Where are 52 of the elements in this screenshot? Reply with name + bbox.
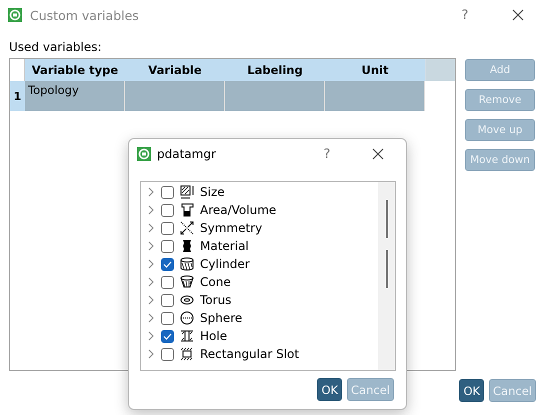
used-variables-label: Used variables: bbox=[8, 39, 103, 56]
checkbox[interactable] bbox=[161, 276, 174, 288]
item-label: Symmetry bbox=[200, 221, 262, 235]
scrollbar[interactable] bbox=[378, 182, 395, 370]
table-cell[interactable] bbox=[325, 81, 425, 111]
hole-icon bbox=[180, 329, 194, 343]
checkbox[interactable] bbox=[161, 258, 174, 270]
column-header[interactable]: Unit bbox=[325, 59, 425, 81]
window-title: Custom variables bbox=[30, 8, 140, 22]
checkbox[interactable] bbox=[161, 312, 174, 324]
item-label: Area/Volume bbox=[200, 203, 276, 217]
cone-icon bbox=[180, 275, 194, 289]
torus-icon bbox=[180, 293, 194, 307]
checkbox[interactable] bbox=[161, 222, 174, 234]
checkbox[interactable] bbox=[161, 330, 174, 342]
item-label: Size bbox=[200, 185, 225, 199]
close-icon[interactable] bbox=[372, 148, 384, 160]
symmetry-icon bbox=[180, 221, 194, 235]
item-label: Rectangular Slot bbox=[200, 347, 300, 361]
help-button[interactable]: ? bbox=[440, 8, 490, 22]
help-button[interactable]: ? bbox=[302, 146, 352, 162]
area-icon bbox=[180, 203, 194, 217]
close-icon[interactable] bbox=[512, 9, 524, 21]
item-label: Sphere bbox=[200, 311, 242, 325]
dialog-title: pdatamgr bbox=[157, 147, 217, 161]
header-filler bbox=[425, 59, 455, 81]
item-label: Material bbox=[200, 239, 249, 253]
dialog-button[interactable]: OK bbox=[317, 378, 342, 401]
size-icon bbox=[180, 185, 194, 199]
item-label: Cone bbox=[200, 275, 231, 289]
checkbox[interactable] bbox=[161, 204, 174, 216]
table-cell[interactable] bbox=[125, 81, 225, 111]
item-label: Hole bbox=[200, 329, 228, 343]
item-label: Torus bbox=[200, 293, 232, 307]
item-label: Cylinder bbox=[200, 257, 250, 271]
cylinder-icon bbox=[180, 257, 194, 271]
table-cell[interactable] bbox=[225, 81, 325, 111]
checkbox[interactable] bbox=[161, 348, 174, 360]
checkbox[interactable] bbox=[161, 240, 174, 252]
row-number: 1 bbox=[10, 81, 25, 111]
dialog-button[interactable]: OK bbox=[459, 379, 484, 402]
checkbox[interactable] bbox=[161, 186, 174, 198]
slot-icon bbox=[180, 347, 194, 361]
checkbox[interactable] bbox=[161, 294, 174, 306]
table-cell[interactable]: Topology bbox=[25, 81, 125, 111]
app-logo-icon bbox=[8, 8, 22, 22]
column-header[interactable]: Labeling bbox=[225, 59, 325, 81]
column-header[interactable]: Variable bbox=[125, 59, 225, 81]
material-icon bbox=[180, 239, 194, 253]
column-header[interactable]: Variable type bbox=[25, 59, 125, 81]
sphere-icon bbox=[180, 311, 194, 325]
app-logo-icon bbox=[137, 147, 151, 161]
